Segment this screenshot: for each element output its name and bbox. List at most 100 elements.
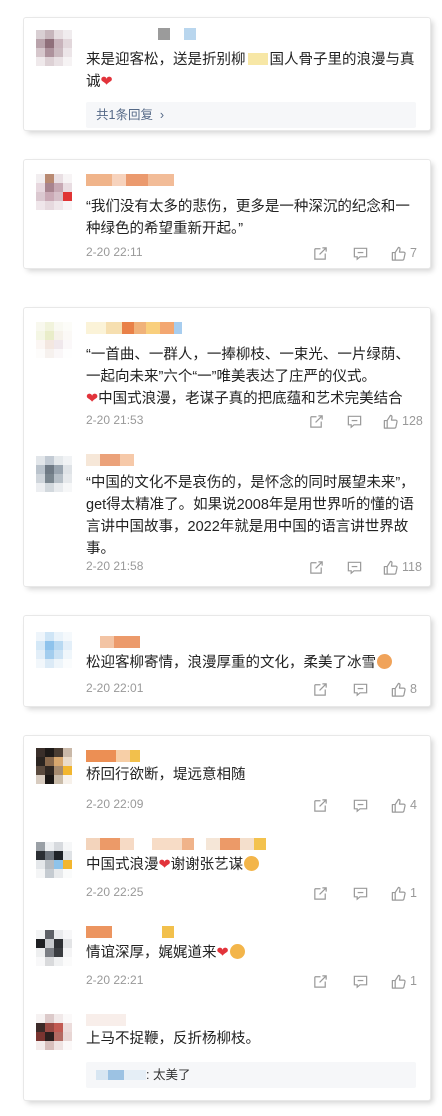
comment-card: 来是迎客松，送是折别柳 国人骨子里的浪漫与真诚❤ 共1条回复 › [24, 18, 430, 130]
like-button[interactable]: 1 [390, 884, 417, 902]
avatar[interactable] [36, 632, 72, 668]
emoji-icon [244, 856, 260, 871]
share-button[interactable] [312, 972, 329, 990]
share-button[interactable] [312, 796, 329, 814]
view-replies-link[interactable]: 共1条回复 › [86, 102, 416, 128]
thumbs-up-icon [383, 560, 398, 575]
thumbs-up-icon [391, 886, 406, 901]
share-icon [314, 246, 327, 260]
comment-button[interactable] [352, 796, 369, 814]
comment-meta: 2-20 22:11 7 [86, 244, 417, 262]
avatar[interactable] [36, 748, 72, 784]
comment-button[interactable] [346, 558, 363, 576]
share-icon [310, 560, 323, 574]
comment-card: “一首曲、一群人，一捧柳枝、一束光、一片绿荫、一起向未来”六个“一”唯美表达了庄… [24, 308, 430, 586]
comment-card: 桥回行欲断，堤远意相随 2-20 22:09 4 中国式浪漫❤谢谢张艺谋 2-2… [24, 736, 430, 1100]
like-count: 7 [410, 246, 417, 260]
heart-icon: ❤ [158, 857, 171, 873]
timestamp: 2-20 22:21 [86, 973, 144, 987]
username[interactable] [86, 1014, 186, 1026]
comment-item: 来是迎客松，送是折别柳 国人骨子里的浪漫与真诚❤ 共1条回复 › [24, 18, 430, 130]
comment-icon [353, 887, 368, 900]
timestamp: 2-20 22:25 [86, 885, 144, 899]
avatar[interactable] [36, 30, 72, 66]
avatar[interactable] [36, 456, 72, 492]
thumbs-up-icon [391, 682, 406, 697]
like-button[interactable]: 4 [390, 796, 417, 814]
comment-card: 松迎客柳寄情，浪漫厚重的文化，柔美了冰雪 2-20 22:01 8 [24, 616, 430, 706]
comment-item: 桥回行欲断，堤远意相随 2-20 22:09 4 [24, 736, 430, 818]
timestamp: 2-20 22:09 [86, 797, 144, 811]
comment-button[interactable] [352, 884, 369, 902]
username[interactable] [86, 28, 196, 40]
comment-meta: 2-20 21:53 128 [86, 412, 423, 430]
comment-icon [347, 415, 362, 428]
avatar[interactable] [36, 930, 72, 966]
like-button[interactable]: 8 [390, 680, 417, 698]
comment-icon [353, 975, 368, 988]
share-icon [314, 886, 327, 900]
comment-item: 松迎客柳寄情，浪漫厚重的文化，柔美了冰雪 2-20 22:01 8 [24, 616, 430, 706]
share-button[interactable] [312, 244, 329, 262]
comment-text: “中国的文化不是哀伤的，是怀念的同时展望未来”，get得太精准了。如果说2008… [86, 475, 415, 557]
like-button[interactable]: 7 [390, 244, 417, 262]
avatar[interactable] [36, 174, 72, 210]
avatar[interactable] [36, 842, 72, 878]
username[interactable] [86, 636, 186, 648]
thumbs-up-icon [383, 414, 398, 429]
username[interactable] [86, 838, 286, 850]
thumbs-up-icon [391, 798, 406, 813]
share-button[interactable] [308, 412, 325, 430]
comment-item: 中国式浪漫❤谢谢张艺谋 2-20 22:25 1 [24, 828, 430, 910]
share-icon [314, 974, 327, 988]
reply-preview[interactable]: : 太美了 [86, 1062, 416, 1088]
chevron-right-icon: › [159, 108, 165, 122]
comment-item: “一首曲、一群人，一捧柳枝、一束光、一片绿荫、一起向未来”六个“一”唯美表达了庄… [24, 308, 430, 434]
like-button[interactable]: 128 [382, 412, 423, 430]
comment-button[interactable] [352, 244, 369, 262]
comment-icon [353, 683, 368, 696]
comment-item: 上马不捉鞭，反折杨柳枝。 : 太美了 [24, 1002, 430, 1100]
like-count: 1 [410, 974, 417, 988]
share-button[interactable] [312, 680, 329, 698]
username[interactable] [86, 454, 186, 466]
comment-button[interactable] [346, 412, 363, 430]
thumbs-up-icon [391, 246, 406, 261]
comment-meta: 2-20 22:25 1 [86, 884, 417, 902]
comment-text: 桥回行欲断，堤远意相随 [86, 767, 246, 783]
like-count: 118 [402, 560, 422, 574]
like-count: 128 [402, 414, 423, 428]
comment-button[interactable] [352, 972, 369, 990]
heart-icon: ❤ [216, 945, 229, 961]
like-count: 8 [410, 682, 417, 696]
username[interactable] [86, 926, 186, 938]
comment-item: 情谊深厚，娓娓道来❤ 2-20 22:21 1 [24, 916, 430, 998]
comment-text: 情谊深厚，娓娓道来❤ [86, 942, 416, 964]
username[interactable] [86, 322, 206, 334]
thumbs-up-icon [391, 974, 406, 989]
comment-icon [353, 247, 368, 260]
avatar[interactable] [36, 1014, 72, 1050]
comment-meta: 2-20 22:09 4 [86, 796, 417, 814]
timestamp: 2-20 21:53 [86, 413, 144, 427]
avatar[interactable] [36, 322, 72, 358]
emoji-icon [229, 944, 245, 959]
comment-text: 上马不捉鞭，反折杨柳枝。 [86, 1031, 260, 1047]
like-button[interactable]: 1 [390, 972, 417, 990]
heart-icon: ❤ [100, 74, 113, 90]
username[interactable] [86, 174, 186, 186]
comment-text: 中国式浪漫❤谢谢张艺谋 [86, 854, 416, 876]
like-button[interactable]: 118 [382, 558, 422, 576]
share-button[interactable] [308, 558, 325, 576]
username[interactable] [86, 750, 186, 762]
comment-text: “我们没有太多的悲伤，更多是一种深沉的纪念和一种绿色的希望重新开起。” [86, 199, 410, 237]
comment-button[interactable] [352, 680, 369, 698]
share-button[interactable] [312, 884, 329, 902]
like-count: 4 [410, 798, 417, 812]
comment-meta: 2-20 21:58 118 [86, 558, 422, 576]
comment-icon [353, 799, 368, 812]
share-icon [314, 798, 327, 812]
share-icon [314, 682, 327, 696]
emoji-icon [377, 654, 392, 669]
share-icon [310, 414, 323, 428]
